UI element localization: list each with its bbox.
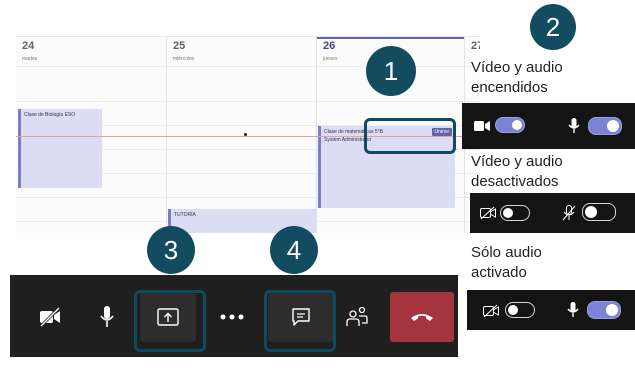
microphone-icon	[100, 306, 114, 327]
hang-up-icon	[411, 314, 433, 321]
video-toggle[interactable]	[495, 117, 525, 133]
meeting-toolbar	[10, 275, 458, 357]
audio-toggle[interactable]	[587, 301, 621, 319]
step-number: 4	[286, 234, 302, 265]
event-biology[interactable]: Clase de Biología ESO	[18, 109, 102, 188]
step-2-badge: 2	[530, 4, 576, 50]
day-number: 26	[323, 40, 336, 52]
camera-icon	[474, 121, 490, 131]
toggle-knob	[512, 120, 522, 130]
toggle-knob	[607, 120, 619, 132]
step-number: 3	[163, 234, 179, 265]
chat-highlight	[264, 290, 336, 352]
step-number: 1	[383, 55, 399, 86]
toggle-bar-both-off	[470, 193, 635, 233]
microphone-icon	[567, 302, 579, 317]
toggle-bar-audio-only	[467, 290, 635, 330]
day-name: martes	[22, 56, 38, 62]
participants-button[interactable]	[332, 292, 382, 342]
day-name: miércoles	[173, 56, 195, 62]
share-highlight	[134, 290, 206, 352]
video-toggle[interactable]	[500, 205, 530, 221]
join-highlight	[364, 118, 456, 154]
camera-button[interactable]	[25, 292, 75, 342]
day-number: 24	[22, 40, 35, 52]
event-title: TUTORÍA	[174, 212, 196, 218]
step-1-badge: 1	[366, 46, 416, 96]
more-options-button[interactable]	[207, 292, 257, 342]
step-number: 2	[545, 11, 561, 42]
audio-toggle[interactable]	[588, 117, 622, 135]
microphone-off-icon	[562, 205, 576, 221]
day-number: 25	[173, 40, 186, 52]
hang-up-button[interactable]	[390, 292, 454, 342]
audio-toggle[interactable]	[582, 203, 616, 221]
state-label-both-on: Vídeo y audio encendidos	[471, 59, 563, 96]
camera-off-icon	[480, 206, 496, 220]
day-number: 27	[471, 40, 480, 52]
microphone-button[interactable]	[82, 292, 132, 342]
toggle-knob	[606, 304, 618, 316]
camera-off-icon	[39, 307, 61, 327]
event-title: Clase de Biología ESO	[24, 112, 76, 118]
microphone-icon	[568, 118, 580, 133]
toggle-knob	[503, 208, 513, 218]
cursor-dot	[244, 133, 247, 136]
day-column-24[interactable]: 24 martes Clase de Biología ESO	[16, 37, 166, 233]
day-column-25[interactable]: 25 miércoles TUTORÍA	[166, 37, 317, 233]
toggle-bar-both-on	[462, 103, 635, 149]
video-toggle[interactable]	[505, 302, 535, 318]
toggle-knob	[585, 206, 597, 218]
step-4-badge: 4	[270, 226, 318, 274]
state-label-audio-only: Sólo audio activado	[471, 244, 542, 281]
camera-off-icon	[483, 304, 499, 318]
today-indicator	[317, 37, 465, 39]
step-3-badge: 3	[147, 226, 195, 274]
state-label-both-off: Vídeo y audio desactivados	[471, 153, 563, 190]
more-icon	[220, 314, 244, 320]
participants-icon	[346, 306, 368, 326]
day-name: jueves	[323, 56, 338, 62]
toggle-knob	[508, 305, 518, 315]
